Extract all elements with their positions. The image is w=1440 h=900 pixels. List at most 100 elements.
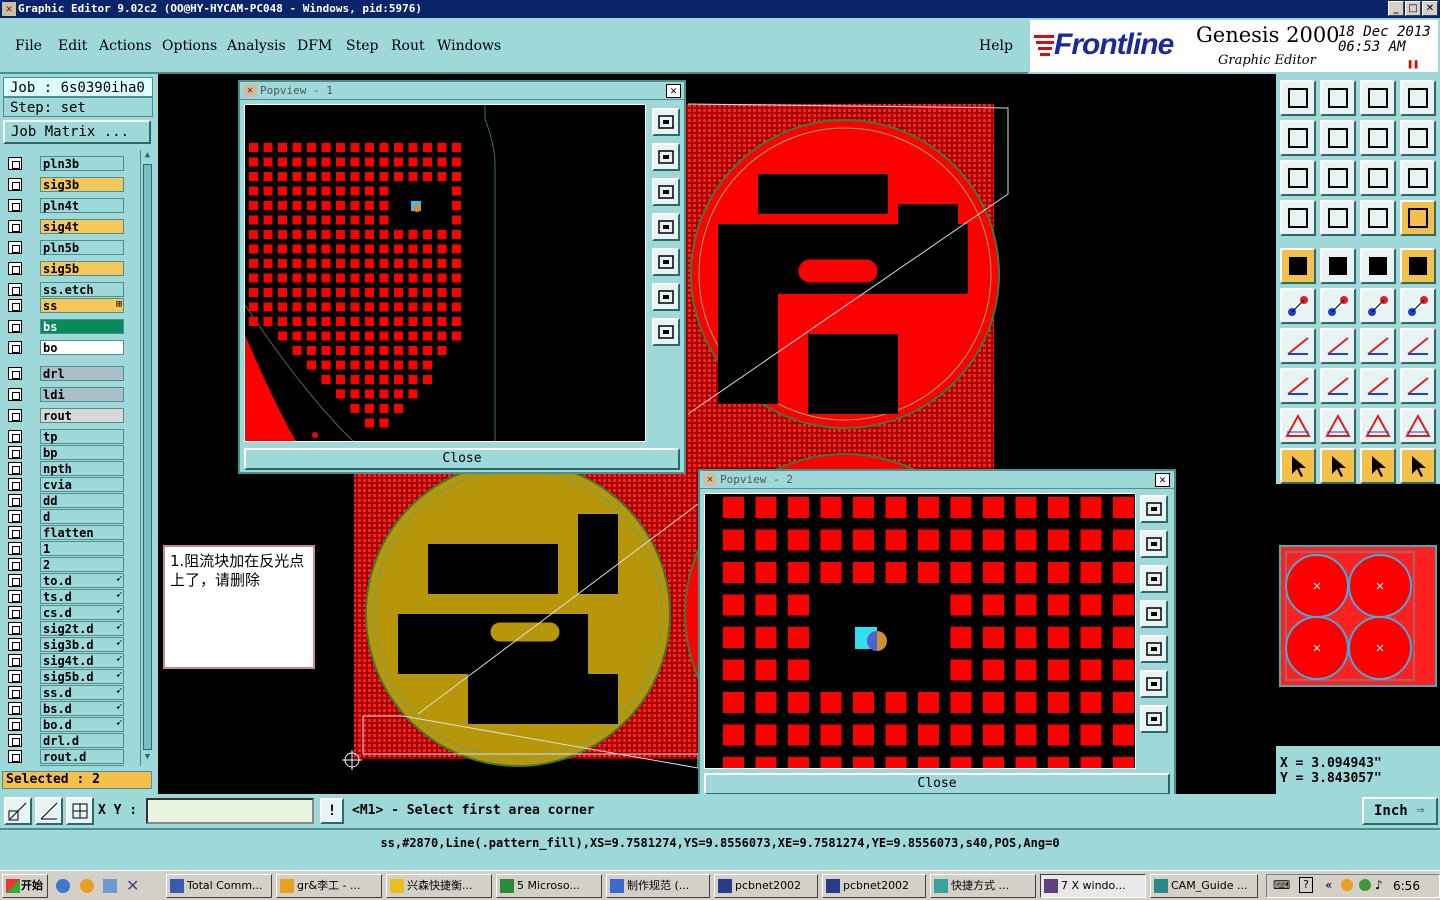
layer-name[interactable]: pln3b — [40, 156, 124, 171]
popview-1-canvas[interactable] — [244, 104, 646, 442]
pan-left-icon[interactable] — [1280, 120, 1316, 156]
layer-row[interactable]: pln5b — [6, 240, 124, 255]
node-connect-icon[interactable] — [1280, 288, 1316, 324]
move-up-icon[interactable] — [1140, 530, 1168, 558]
tray-app-icon[interactable] — [1341, 879, 1353, 891]
close-window-button[interactable]: ✕ — [1422, 1, 1438, 16]
layer-name[interactable]: ss — [40, 298, 124, 313]
zoom-out-icon[interactable] — [1140, 705, 1168, 733]
layer-row[interactable]: sig3b.d ➹ — [6, 637, 124, 652]
layer-row[interactable]: cvia — [6, 477, 124, 492]
layer-checkbox[interactable] — [8, 283, 22, 296]
grid-icon[interactable] — [1320, 200, 1356, 236]
zoom-out-icon[interactable] — [652, 318, 680, 346]
layer-checkbox[interactable] — [8, 558, 22, 571]
menu-actions[interactable]: Actions — [99, 38, 152, 54]
layer-display-icon[interactable] — [1400, 200, 1436, 236]
display-icon[interactable] — [1360, 200, 1396, 236]
menu-file[interactable]: File — [15, 38, 42, 54]
layer-checkbox[interactable] — [8, 262, 22, 275]
layer-name[interactable]: dd — [40, 493, 124, 508]
layer-name[interactable]: bs.d — [40, 701, 124, 716]
layer-checkbox[interactable] — [8, 606, 22, 619]
zoom-in-icon[interactable] — [1140, 670, 1168, 698]
layer-checkbox[interactable] — [8, 409, 22, 422]
move-down-icon[interactable] — [652, 178, 680, 206]
triangle-select-3-icon[interactable] — [1360, 408, 1396, 444]
taskbar-task[interactable]: 制作规范 (... — [606, 874, 710, 898]
layer-name[interactable]: sig3b — [40, 177, 124, 192]
layer-row[interactable]: bo.d ➹ — [6, 717, 124, 732]
layer-checkbox[interactable] — [8, 622, 22, 635]
settings-icon[interactable] — [1280, 200, 1316, 236]
scroll-up-icon[interactable]: ▲ — [142, 150, 153, 162]
triangle-select-icon[interactable] — [1280, 408, 1316, 444]
arrow-node-icon[interactable] — [1400, 288, 1436, 324]
layer-checkbox[interactable] — [8, 178, 22, 191]
layer-checkbox[interactable] — [8, 510, 22, 523]
layer-name[interactable]: sig5b — [40, 261, 124, 276]
sigma-icon[interactable] — [1400, 120, 1436, 156]
pointer-area-icon[interactable] — [1360, 448, 1396, 484]
pointer-select-icon[interactable] — [1320, 448, 1356, 484]
menu-options[interactable]: Options — [162, 38, 217, 54]
layer-checkbox[interactable] — [8, 670, 22, 683]
layer-name[interactable]: bs — [40, 319, 124, 334]
layer-name[interactable]: sig3b.d — [40, 637, 124, 652]
layer-row[interactable]: ss.d ➹ — [6, 685, 124, 700]
move-down-icon[interactable] — [1140, 565, 1168, 593]
layer-row[interactable]: 1 — [6, 541, 124, 556]
triangle-select-4-icon[interactable] — [1400, 408, 1436, 444]
layer-row[interactable]: sig5b — [6, 261, 124, 276]
units-button[interactable]: Inch ⇒ — [1362, 797, 1438, 825]
layer-name[interactable]: sig4t — [40, 219, 124, 234]
taskbar-task[interactable]: CAM_Guide ... — [1150, 874, 1258, 898]
layer-checkbox[interactable] — [8, 750, 22, 763]
ie-icon[interactable] — [56, 879, 70, 893]
layer-name[interactable]: pln4t — [40, 198, 124, 213]
save-icon[interactable] — [1320, 80, 1356, 116]
taskbar-task[interactable]: gr&李工 - ... — [276, 874, 382, 898]
zoom-center-icon[interactable] — [1320, 160, 1356, 196]
menu-windows[interactable]: Windows — [437, 38, 501, 54]
layer-row[interactable]: pln3b — [6, 156, 124, 171]
net-select-icon[interactable] — [1400, 448, 1436, 484]
layer-name[interactable]: tp — [40, 429, 124, 444]
job-matrix-button[interactable]: Job Matrix ... — [3, 120, 151, 144]
layer-name[interactable]: drl — [40, 366, 124, 381]
taskbar-task[interactable]: 兴森快捷衡... — [386, 874, 492, 898]
layer-row[interactable]: dd — [6, 493, 124, 508]
home-icon[interactable] — [1360, 80, 1396, 116]
move-right-icon[interactable] — [1140, 635, 1168, 663]
layer-name[interactable]: 1 — [40, 541, 124, 556]
taskbar-task[interactable]: 7 X windo... — [1040, 874, 1146, 898]
line-draw-icon[interactable] — [1320, 328, 1356, 364]
layer-row[interactable]: ss.etch — [6, 282, 124, 297]
layer-row[interactable]: npth — [6, 461, 124, 476]
rotate-icon[interactable] — [1360, 328, 1396, 364]
layer-checkbox[interactable] — [8, 446, 22, 459]
layer-name[interactable]: cvia — [40, 477, 124, 492]
layer-name[interactable]: sig5b.d — [40, 669, 124, 684]
layer-row[interactable]: drl.d — [6, 733, 124, 748]
zoom-home-icon[interactable] — [1140, 495, 1168, 523]
dot-select-icon[interactable] — [1400, 248, 1436, 284]
layer-checkbox[interactable] — [8, 388, 22, 401]
layer-row[interactable]: sig2t.d ➹ — [6, 621, 124, 636]
layer-row[interactable]: sig3b — [6, 177, 124, 192]
pointer-icon[interactable] — [1280, 448, 1316, 484]
layer-name[interactable]: ss.etch — [40, 282, 124, 297]
layer-row[interactable]: rout — [6, 408, 124, 423]
pause-icon[interactable]: ❚❚ — [1407, 59, 1419, 70]
route-icon[interactable] — [1320, 248, 1356, 284]
layer-checkbox[interactable] — [8, 157, 22, 170]
layer-checkbox[interactable] — [8, 718, 22, 731]
overview-area[interactable] — [1276, 484, 1440, 746]
layer-checkbox[interactable] — [8, 241, 22, 254]
layer-row[interactable]: sig4t — [6, 219, 124, 234]
move-left-icon[interactable] — [1140, 600, 1168, 628]
layer-row[interactable]: bs.d ➹ — [6, 701, 124, 716]
layer-row[interactable]: ldi — [6, 387, 124, 402]
browser-icon[interactable] — [103, 879, 117, 893]
help-query-icon[interactable] — [1400, 160, 1436, 196]
